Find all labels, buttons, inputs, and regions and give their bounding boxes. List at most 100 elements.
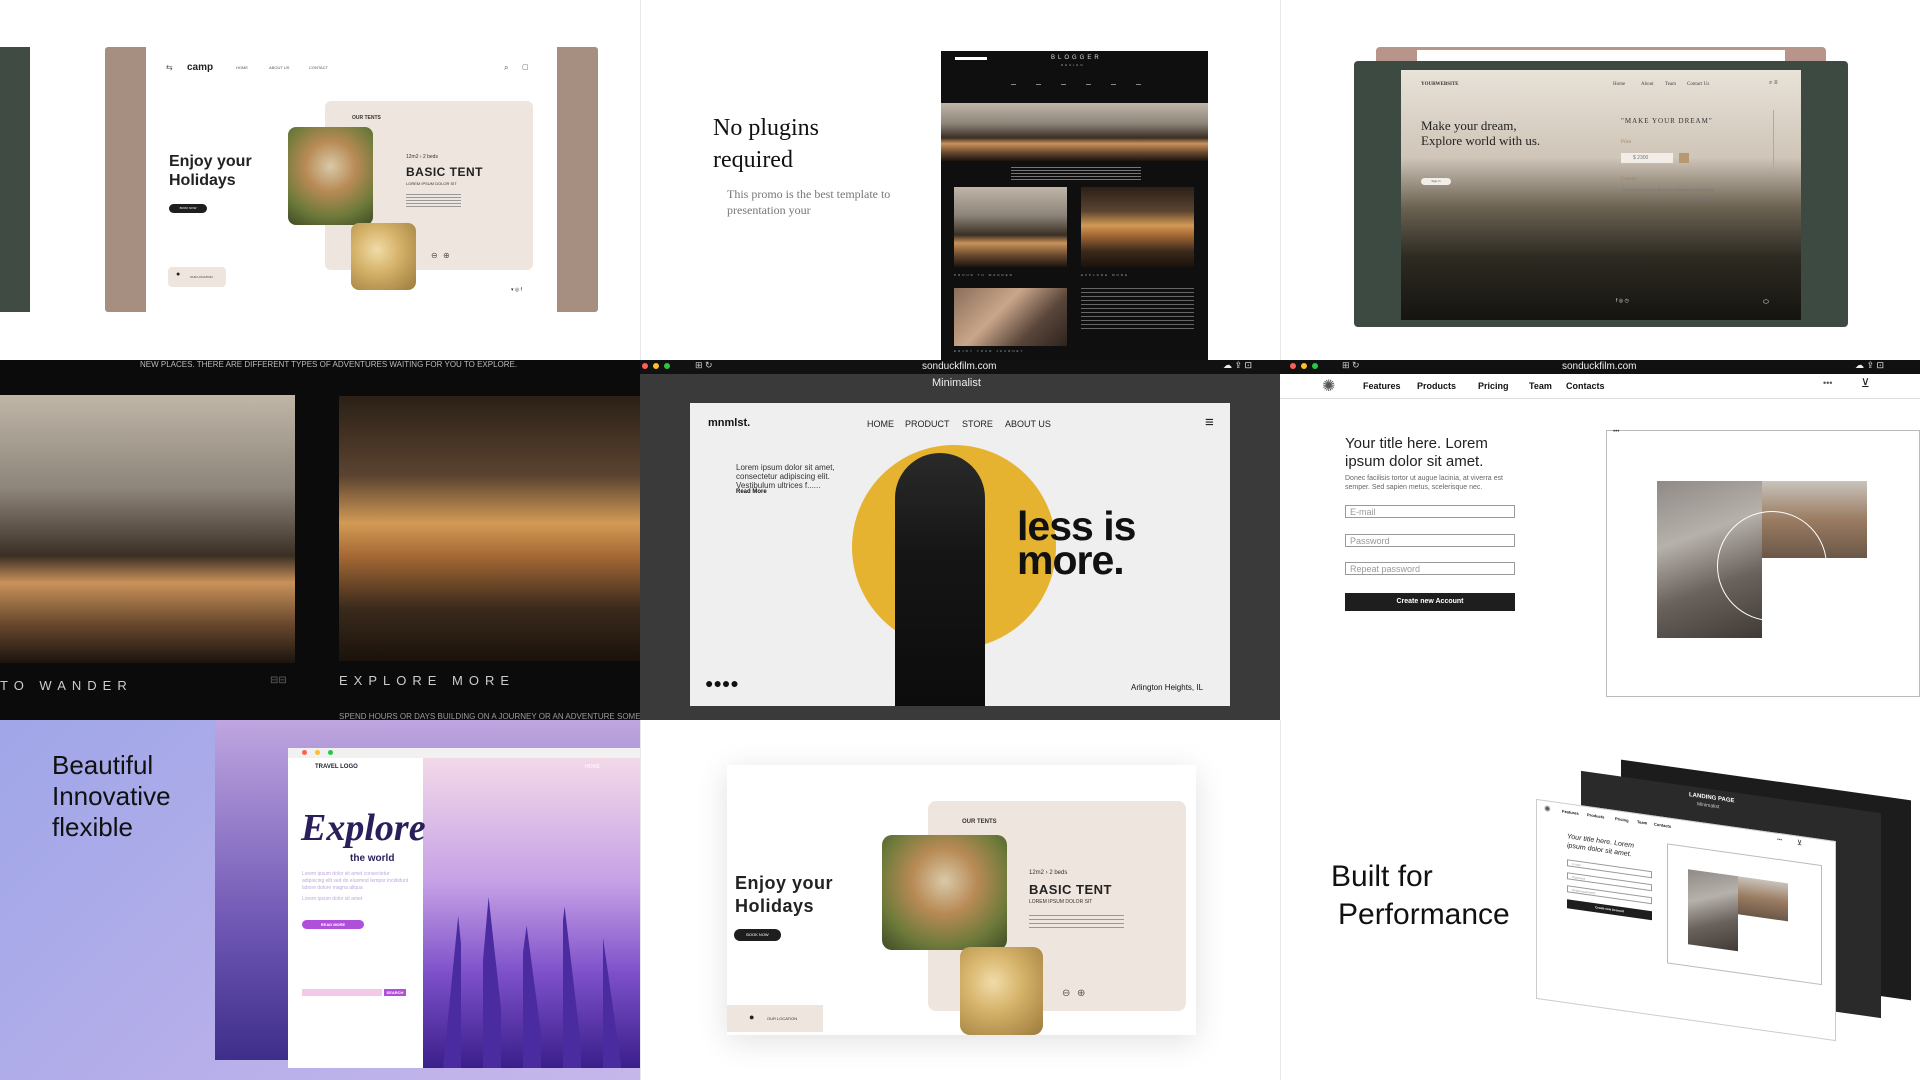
nav-pricing[interactable]: Pricing bbox=[1478, 381, 1509, 391]
nav-pricing[interactable]: Pricing bbox=[1615, 816, 1629, 823]
nav-home[interactable]: HOME bbox=[236, 65, 248, 70]
menu-icon[interactable]: ⇆ bbox=[166, 63, 173, 72]
top-text: NEW PLACES. THERE ARE DIFFERENT TYPES OF… bbox=[140, 360, 518, 369]
location-pill[interactable]: ● OUR LOCATION bbox=[168, 267, 226, 287]
search-button[interactable]: SEARCH bbox=[384, 989, 406, 996]
prev-arrow-icon[interactable]: ⊖ bbox=[1062, 988, 1070, 999]
tile-blogger[interactable]: No plugins required This promo is the be… bbox=[640, 0, 1280, 360]
tile-website[interactable]: YOURWEBSITE Home About Team Contact Us ⌕… bbox=[1280, 0, 1920, 360]
cart-icon[interactable]: ▢ bbox=[522, 63, 529, 71]
tile-dunes[interactable]: NEW PLACES. THERE ARE DIFFERENT TYPES OF… bbox=[0, 360, 640, 720]
nav-team[interactable]: Team bbox=[1637, 819, 1647, 825]
close-dot-icon[interactable] bbox=[1290, 363, 1296, 369]
toolbar-icons[interactable]: ☁ ⇪ ⊡ bbox=[1223, 360, 1252, 371]
nav-product[interactable]: PRODUCT bbox=[905, 419, 950, 429]
slider-arrows[interactable]: ⊟⊟ bbox=[270, 675, 287, 686]
tile-account[interactable]: ⊞ ↻ sonduckfilm.com ☁ ⇪ ⊡ ✺ Features Pro… bbox=[1280, 360, 1920, 720]
tile-holidays[interactable]: Enjoy your Holidays BOOK NOW OUR TENTS 1… bbox=[640, 720, 1280, 1080]
location-label: Arlington Heights, IL bbox=[1131, 683, 1204, 692]
maximize-dot-icon[interactable] bbox=[328, 750, 333, 755]
chat-icon[interactable]: ⬭ bbox=[1763, 299, 1769, 307]
nav-features[interactable]: Features bbox=[1562, 809, 1579, 816]
toolbar-icons[interactable]: ☁ ⇪ ⊡ bbox=[1855, 360, 1884, 371]
bottom-text: SPEND HOURS OR DAYS BUILDING ON A JOURNE… bbox=[339, 712, 640, 720]
product-title: BASIC TENT bbox=[406, 165, 483, 179]
tile-travel[interactable]: Beautiful Innovative flexible TRAVEL LOG… bbox=[0, 720, 640, 1080]
read-more-link[interactable]: Read More bbox=[736, 489, 767, 495]
location-pill[interactable]: ● OUR LOCATION bbox=[727, 1005, 823, 1032]
logo[interactable]: camp bbox=[187, 62, 213, 73]
body-text-2: Lorem ipsum dolor sit amet bbox=[302, 896, 363, 902]
logo[interactable]: YOURWEBSITE bbox=[1421, 82, 1459, 87]
minimize-dot-icon[interactable] bbox=[1301, 363, 1307, 369]
image-panel: ••• bbox=[1606, 429, 1920, 697]
tile-performance[interactable]: Built for Performance LANDING PAGE Minim… bbox=[1280, 720, 1920, 1080]
nav-contact[interactable]: Contact Us bbox=[1687, 82, 1709, 87]
nav-team[interactable]: Team bbox=[1529, 381, 1552, 391]
prev-arrow-icon[interactable]: ⊖ bbox=[431, 251, 438, 260]
social-icons[interactable]: ●●●● bbox=[705, 675, 739, 691]
social-icons[interactable]: ▾ ◎ f bbox=[511, 287, 522, 293]
nav-products[interactable]: Products bbox=[1417, 381, 1456, 391]
nav-contacts[interactable]: Contacts bbox=[1566, 381, 1605, 391]
travel-logo[interactable]: TRAVEL LOGO bbox=[315, 764, 358, 770]
read-more-button[interactable]: READ MORE bbox=[302, 920, 364, 929]
social-icons[interactable]: f ◎ ◷ bbox=[1616, 298, 1629, 304]
hamburger-icon[interactable]: ≡ bbox=[1205, 414, 1214, 431]
logo-icon[interactable]: ✺ bbox=[1322, 376, 1335, 396]
url-text[interactable]: sonduckfilm.com bbox=[922, 361, 996, 372]
nav-products[interactable]: Products bbox=[1587, 812, 1604, 819]
page-holidays: Enjoy your Holidays BOOK NOW OUR TENTS 1… bbox=[727, 765, 1196, 1035]
book-now-button[interactable]: BOOK NOW bbox=[169, 204, 207, 213]
repeat-password-field[interactable]: Repeat password bbox=[1345, 562, 1515, 575]
next-arrow-icon[interactable]: ⊕ bbox=[443, 251, 450, 260]
minimize-dot-icon[interactable] bbox=[653, 363, 659, 369]
basket-icon[interactable]: ⊻ bbox=[1797, 839, 1802, 848]
minimize-dot-icon[interactable] bbox=[315, 750, 320, 755]
search-icon[interactable]: ⌕ bbox=[504, 63, 508, 73]
nav-team[interactable]: Team bbox=[1665, 82, 1676, 87]
stack-front: ✺ Features Products Pricing Team Contact… bbox=[1536, 798, 1836, 1042]
nav-home[interactable]: HOME bbox=[867, 419, 894, 429]
price-go-button[interactable] bbox=[1679, 153, 1689, 163]
nav-features[interactable]: Features bbox=[1363, 381, 1401, 391]
maximize-dot-icon[interactable] bbox=[664, 363, 670, 369]
nav-contact[interactable]: CONTACT bbox=[309, 65, 328, 70]
nav-about[interactable]: ABOUT US bbox=[269, 65, 289, 70]
nav-about[interactable]: About bbox=[1641, 82, 1654, 87]
price-field[interactable]: $ 2300 bbox=[1621, 153, 1673, 163]
book-now-button[interactable]: BOOK NOW bbox=[734, 929, 781, 941]
overlay-circle bbox=[1717, 511, 1827, 621]
text-lines bbox=[1081, 288, 1194, 330]
search-field[interactable] bbox=[302, 989, 382, 996]
tile-minimalist[interactable]: ⊞ ↻ sonduckfilm.com ☁ ⇪ ⊡ Minimalist mnm… bbox=[640, 360, 1280, 720]
create-account-button[interactable]: Create new Account bbox=[1345, 593, 1515, 611]
lorem-lines bbox=[1029, 915, 1124, 931]
nav-dots[interactable] bbox=[1011, 84, 1141, 85]
nav-store[interactable]: STORE bbox=[962, 419, 993, 429]
url-text[interactable]: sonduckfilm.com bbox=[1562, 361, 1636, 372]
grid-icon[interactable]: ⊞ ↻ bbox=[1342, 360, 1360, 371]
email-field[interactable]: E-mail bbox=[1345, 505, 1515, 518]
next-arrow-icon[interactable]: ⊕ bbox=[1077, 988, 1085, 999]
signin-button[interactable]: Sign In bbox=[1421, 178, 1451, 185]
product-sub: LOREM IPSUM DOLOR SIT bbox=[1029, 899, 1093, 905]
nav-home[interactable]: HOME bbox=[585, 764, 600, 770]
more-icon[interactable]: ••• bbox=[1823, 378, 1832, 388]
close-dot-icon[interactable] bbox=[302, 750, 307, 755]
more-icon[interactable]: ••• bbox=[1777, 837, 1782, 844]
nav-about[interactable]: ABOUT US bbox=[1005, 419, 1051, 429]
logo[interactable]: mnmlst. bbox=[708, 417, 750, 429]
logo-icon[interactable]: ✺ bbox=[1544, 804, 1551, 814]
password-field[interactable]: Password bbox=[1345, 534, 1515, 547]
search-icon[interactable]: ⌕ ≡ bbox=[1769, 80, 1778, 87]
nav-home[interactable]: Home bbox=[1613, 82, 1625, 87]
nav-contacts[interactable]: Contacts bbox=[1654, 822, 1671, 829]
tile-camp[interactable]: ⇆ camp HOME ABOUT US CONTACT ⌕ ▢ Enjoy y… bbox=[0, 0, 640, 360]
grid-icon[interactable]: ⊞ ↻ bbox=[695, 360, 713, 371]
blog-sub: DESIGN bbox=[1061, 63, 1085, 67]
close-dot-icon[interactable] bbox=[642, 363, 648, 369]
scroll-line[interactable] bbox=[1773, 110, 1774, 170]
maximize-dot-icon[interactable] bbox=[1312, 363, 1318, 369]
basket-icon[interactable]: ⊻ bbox=[1861, 376, 1870, 390]
